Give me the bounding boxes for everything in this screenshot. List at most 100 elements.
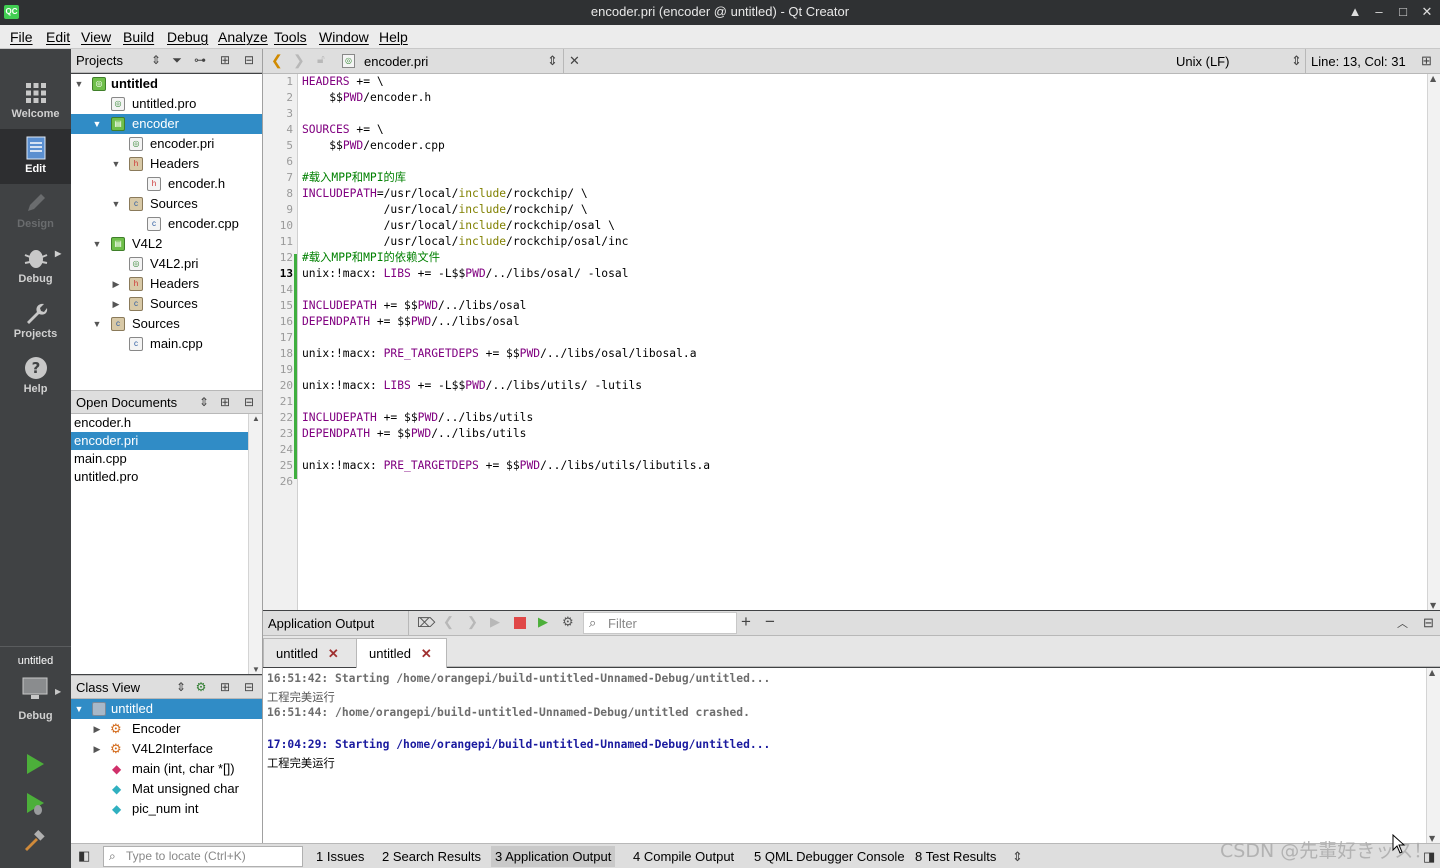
file-selector-arrows-icon[interactable]: ⇕ — [547, 53, 558, 69]
menu-edit[interactable]: Edit — [46, 29, 70, 45]
split-icon[interactable]: ⊞ — [216, 676, 234, 699]
mode-design[interactable]: Design — [0, 184, 71, 239]
mode-welcome[interactable]: Welcome — [0, 74, 71, 129]
more-tabs-arrows-icon[interactable]: ⇕ — [1012, 849, 1023, 865]
toggle-sidebar-icon[interactable]: ◧ — [78, 848, 90, 864]
tree-item-headers[interactable]: ▶ h Headers — [71, 274, 263, 294]
tab-test-results[interactable]: 8 Test Results — [915, 849, 996, 864]
menu-tools[interactable]: Tools — [274, 29, 307, 45]
split-icon[interactable]: ⊞ — [216, 391, 234, 414]
next-item-icon[interactable]: ❯ — [467, 614, 478, 630]
clean-output-icon[interactable]: ⌦ — [417, 615, 435, 631]
stop-icon[interactable] — [514, 617, 526, 629]
debug-run-button[interactable] — [23, 791, 47, 817]
keep-above-icon[interactable]: ▲ — [1346, 3, 1364, 21]
close-pane-icon[interactable]: ⊟ — [240, 676, 258, 699]
mode-projects[interactable]: Projects — [0, 294, 71, 349]
tab-issues[interactable]: 1 Issues — [316, 849, 364, 864]
tab-compile-output[interactable]: 4 Compile Output — [633, 849, 734, 864]
open-document-item[interactable]: encoder.h — [71, 414, 248, 432]
class-item-main[interactable]: ◆ main (int, char *[]) — [71, 759, 263, 779]
open-document-item[interactable]: untitled.pro — [71, 468, 248, 486]
expand-arrow-icon[interactable]: ▶ — [110, 274, 122, 294]
line-ending-arrows-icon[interactable]: ⇕ — [1291, 53, 1302, 69]
zoom-in-icon[interactable]: + — [741, 612, 751, 632]
show-subprojects-icon[interactable]: ⚙ — [192, 676, 210, 699]
output-scrollbar[interactable]: ▲ ▼ — [1426, 668, 1440, 843]
expand-arrow-icon[interactable]: ▶ — [110, 294, 122, 314]
tree-item-main-cpp[interactable]: c main.cpp — [71, 334, 263, 354]
class-item-v4l2interface[interactable]: ▶ ⚙ V4L2Interface — [71, 739, 263, 759]
maximize-button[interactable]: □ — [1394, 3, 1412, 21]
collapse-arrow-icon[interactable]: ▼ — [110, 194, 122, 214]
tree-item-encoder-cpp[interactable]: c encoder.cpp — [71, 214, 263, 234]
class-item-pic-num[interactable]: ◆ pic_num int — [71, 799, 263, 819]
tab-qml-debugger-console[interactable]: 5 QML Debugger Console — [754, 849, 905, 864]
class-item-mat[interactable]: ◆ Mat unsigned char — [71, 779, 263, 799]
application-output[interactable]: 16:51:42: Starting /home/orangepi/build-… — [263, 668, 1426, 843]
editor-scrollbar[interactable]: ▲ ▼ — [1427, 74, 1440, 610]
filter-input[interactable]: ⌕ Filter — [583, 612, 737, 634]
class-item-untitled[interactable]: ▼ untitled — [71, 699, 263, 719]
collapse-arrow-icon[interactable]: ▼ — [91, 234, 103, 254]
close-window-button[interactable]: ✕ — [1418, 3, 1436, 21]
close-pane-icon[interactable]: ⊟ — [1423, 615, 1434, 631]
tab-application-output[interactable]: 3 Application Output — [491, 846, 616, 867]
tree-item-untitled[interactable]: ▼ ◎ untitled — [71, 74, 263, 94]
tree-item-v4l2[interactable]: ▼ ▤ V4L2 — [71, 234, 263, 254]
tab-search-results[interactable]: 2 Search Results — [382, 849, 481, 864]
collapse-arrow-icon[interactable]: ▼ — [91, 114, 103, 134]
line-ending-selector[interactable]: Unix (LF) — [1176, 54, 1229, 69]
menu-build[interactable]: Build — [123, 29, 154, 45]
current-file-selector[interactable]: encoder.pri — [364, 54, 428, 69]
close-tab-icon[interactable]: ✕ — [421, 646, 432, 661]
scroll-up-icon[interactable]: ▲ — [1430, 74, 1436, 83]
scroll-down-icon[interactable]: ▼ — [252, 665, 260, 674]
view-selector-arrows-icon[interactable]: ⇕ — [195, 391, 213, 414]
tree-item-headers[interactable]: ▼ h Headers — [71, 154, 263, 174]
menu-help[interactable]: Help — [379, 29, 408, 45]
minimize-button[interactable]: – — [1370, 3, 1388, 21]
menu-file[interactable]: File — [10, 29, 33, 45]
collapse-arrow-icon[interactable]: ▼ — [73, 74, 85, 94]
collapse-arrow-icon[interactable]: ▼ — [110, 154, 122, 174]
expand-arrow-icon[interactable]: ▶ — [91, 719, 103, 739]
zoom-out-icon[interactable]: − — [765, 612, 775, 632]
split-icon[interactable]: ⊞ — [216, 49, 234, 72]
scroll-up-icon[interactable]: ▲ — [1429, 668, 1435, 677]
close-document-button[interactable]: ✕ — [569, 53, 580, 69]
tree-item-untitled-pro[interactable]: ◎ untitled.pro — [71, 94, 263, 114]
tree-item-sources[interactable]: ▶ c Sources — [71, 294, 263, 314]
scroll-up-icon[interactable]: ▲ — [252, 414, 260, 423]
cursor-position[interactable]: Line: 13, Col: 31 — [1311, 54, 1406, 69]
tree-item-sources[interactable]: ▼ c Sources — [71, 314, 263, 334]
close-tab-icon[interactable]: ✕ — [328, 646, 339, 661]
menu-debug[interactable]: Debug — [167, 29, 208, 45]
close-pane-icon[interactable]: ⊟ — [240, 49, 258, 72]
tree-item-encoder-h[interactable]: h encoder.h — [71, 174, 263, 194]
menu-view[interactable]: View — [81, 29, 111, 45]
previous-item-icon[interactable]: ❮ — [443, 614, 454, 630]
forward-arrow-icon[interactable]: ❯ — [293, 52, 305, 69]
collapse-arrow-icon[interactable]: ▼ — [91, 314, 103, 334]
menu-window[interactable]: Window — [319, 29, 369, 45]
rerun-icon[interactable]: ▶ — [490, 614, 500, 630]
tree-item-encoder-pri[interactable]: ◎ encoder.pri — [71, 134, 263, 154]
split-editor-icon[interactable]: ⊞ — [1421, 53, 1432, 69]
open-documents-scrollbar[interactable]: ▲ ▼ — [248, 414, 263, 674]
open-document-item[interactable]: encoder.pri — [71, 432, 248, 450]
mode-help[interactable]: ? Help — [0, 349, 71, 404]
tree-item-sources[interactable]: ▼ c Sources — [71, 194, 263, 214]
link-icon[interactable]: ⊶ — [191, 49, 209, 72]
menu-analyze[interactable]: Analyze — [218, 29, 268, 45]
maximize-pane-icon[interactable]: ︿ — [1397, 615, 1408, 631]
tree-item-encoder[interactable]: ▼ ▤ encoder — [71, 114, 263, 134]
attach-debugger-icon[interactable]: ▶ — [538, 614, 548, 630]
filter-icon[interactable]: ⏷ — [168, 49, 186, 72]
back-arrow-icon[interactable]: ❮ — [271, 52, 283, 69]
tree-item-v4l2-pri[interactable]: ◎ V4L2.pri — [71, 254, 263, 274]
collapse-arrow-icon[interactable]: ▼ — [73, 699, 85, 719]
mode-edit[interactable]: Edit — [0, 129, 71, 184]
code-editor[interactable]: HEADERS += \ $$PWD/encoder.h SOURCES += \… — [298, 74, 1427, 610]
view-selector-arrows-icon[interactable]: ⇕ — [172, 676, 190, 699]
